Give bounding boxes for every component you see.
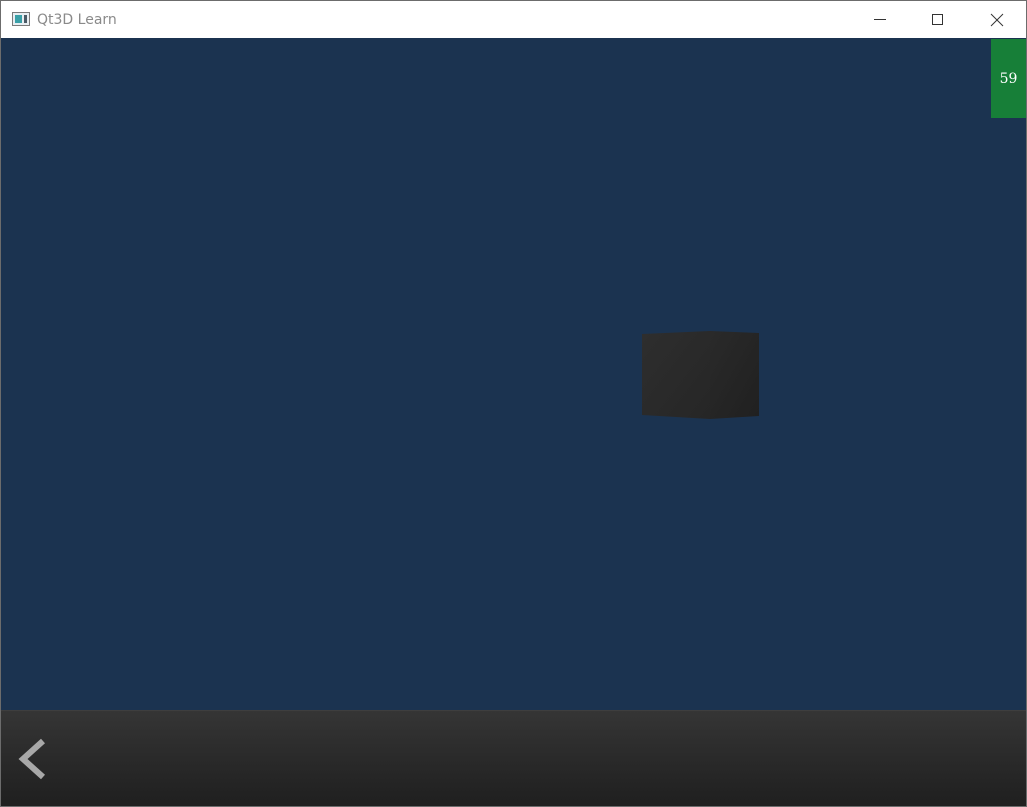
maximize-icon [932, 14, 943, 25]
chevron-left-icon [18, 738, 46, 780]
minimize-button[interactable] [851, 1, 909, 38]
3d-viewport[interactable]: 59 [1, 38, 1026, 710]
bottom-toolbar [1, 710, 1026, 806]
cube-object[interactable] [641, 330, 763, 422]
app-window: Qt3D Learn 59 [0, 0, 1027, 807]
fps-counter: 59 [991, 39, 1026, 118]
back-button[interactable] [13, 737, 57, 781]
app-icon [12, 12, 30, 26]
window-title: Qt3D Learn [37, 12, 117, 28]
title-bar[interactable]: Qt3D Learn [1, 1, 1026, 38]
close-button[interactable] [968, 1, 1026, 38]
minimize-icon [874, 19, 886, 20]
close-icon [990, 13, 1004, 27]
maximize-button[interactable] [909, 1, 967, 38]
